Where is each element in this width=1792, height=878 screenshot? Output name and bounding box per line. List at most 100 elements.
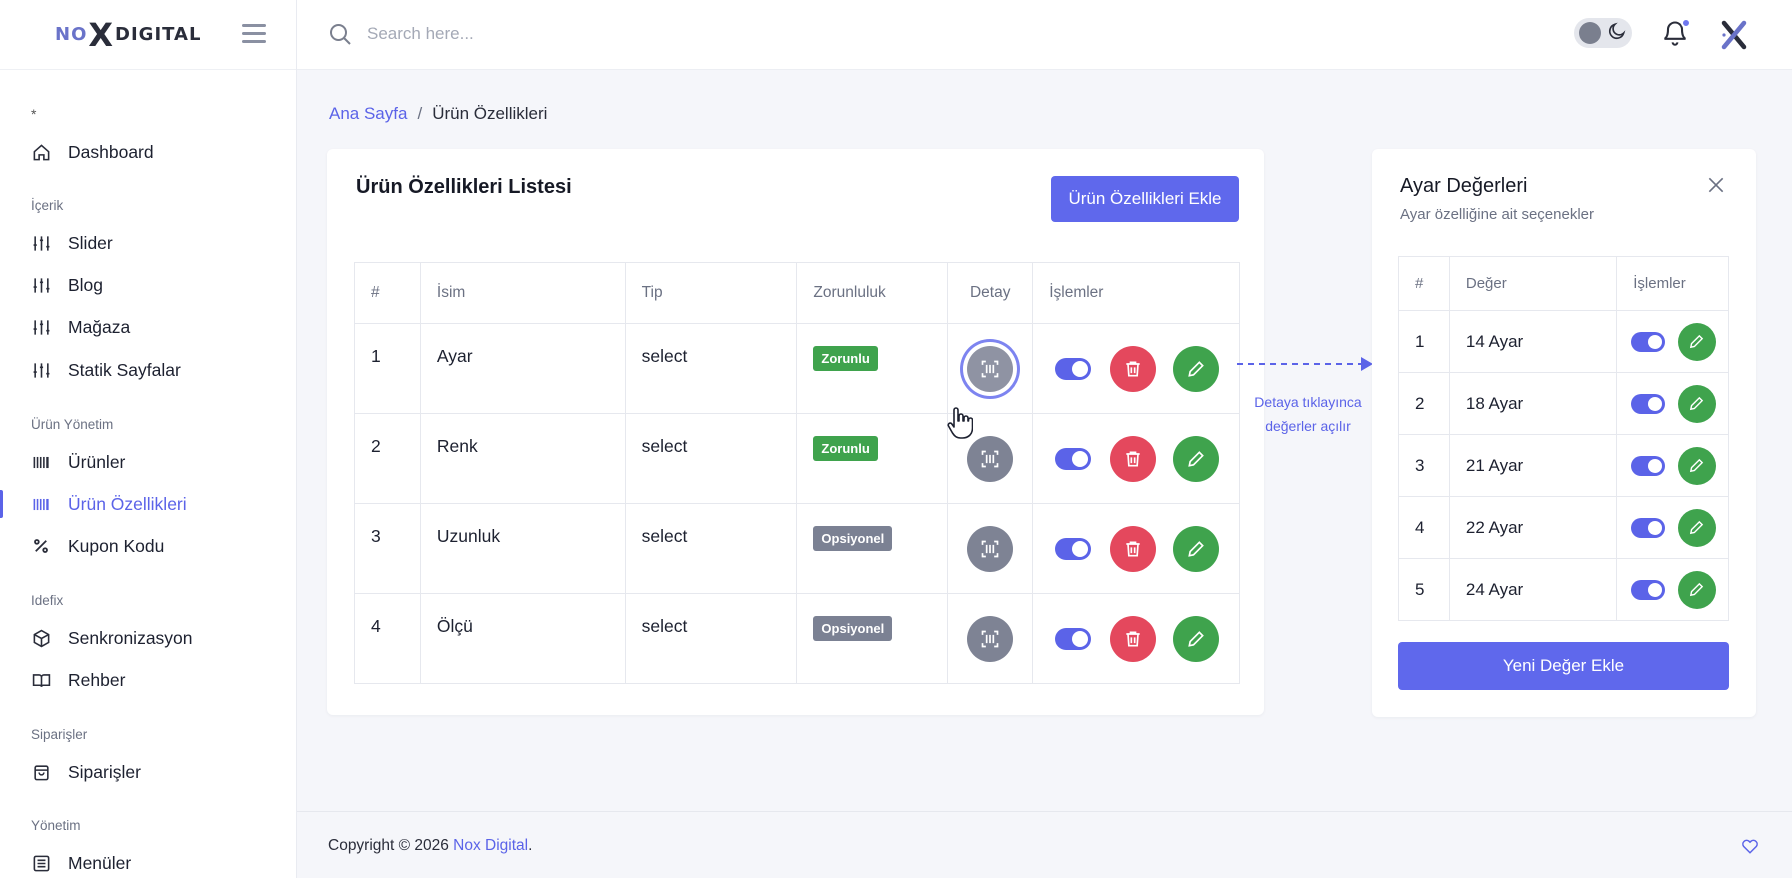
scan-icon [981,540,999,557]
edit-button[interactable] [1677,384,1716,423]
sliders-icon [31,233,51,253]
sidebar-item-kupon-kodu[interactable]: Kupon Kodu [0,528,297,564]
sidebar-item-label: Ürünler [68,451,126,472]
section-title-siparisler: Siparişler [31,727,88,742]
row-detail-cell [947,593,1034,684]
sidebar-item-magaza[interactable]: Mağaza [0,309,297,345]
table-row: 3 21 Ayar [1398,434,1729,497]
row-actions-cell [1032,593,1240,684]
column-header-name[interactable]: İsim [419,262,626,324]
active-toggle[interactable] [1055,627,1092,650]
breadcrumb-home-link[interactable]: Ana Sayfa [329,104,407,124]
row-required-cell: Opsiyonel [796,503,949,594]
row-actions-cell [1616,434,1729,497]
close-icon[interactable] [1706,175,1726,200]
sidebar-item-urunler[interactable]: Ürünler [0,444,297,480]
edit-button[interactable] [1172,435,1219,482]
delete-button[interactable] [1110,615,1157,662]
detail-button[interactable] [967,615,1014,662]
logo-text-left: NO [55,24,88,45]
sidebar-item-label: Slider [68,232,113,253]
footer-brand-link[interactable]: Nox Digital [453,837,528,854]
delete-button[interactable] [1110,525,1157,572]
footer: Copyright © 2026 Nox Digital. [297,811,1792,878]
detail-button[interactable] [967,435,1014,482]
search-input[interactable] [367,20,767,48]
active-toggle[interactable] [1631,517,1666,538]
theme-toggle[interactable] [1574,18,1632,48]
row-value: 24 Ayar [1448,558,1618,621]
sidebar-item-slider[interactable]: Slider [0,225,297,261]
row-type: select [624,413,798,504]
sidebar-item-menuler[interactable]: Menüler [0,845,297,878]
breadcrumb-current: Ürün Özellikleri [432,104,548,123]
logo[interactable]: NO X DIGITAL [55,19,201,51]
edit-button[interactable] [1677,570,1716,609]
active-toggle[interactable] [1055,537,1092,560]
add-feature-button[interactable]: Ürün Özellikleri Ekle [1051,176,1239,222]
shopping-bag-icon [31,762,51,782]
sidebar-item-blog[interactable]: Blog [0,267,297,303]
search-icon[interactable] [328,22,352,51]
x-brand-icon[interactable] [1717,18,1751,57]
pencil-icon [1690,582,1704,597]
section-title-idefix: Idefix [31,593,64,608]
sliders-icon [31,317,51,337]
active-toggle[interactable] [1631,331,1666,352]
column-header-required[interactable]: Zorunluluk [796,262,949,324]
breadcrumb-separator: / [417,104,423,123]
sidebar-item-label: Senkronizasyon [68,627,193,648]
detail-button[interactable] [967,345,1014,392]
detail-button[interactable] [967,525,1014,572]
column-header-type[interactable]: Tip [624,262,798,324]
row-actions-cell [1032,323,1240,414]
sidebar-item-urun-ozellikleri[interactable]: Ürün Özellikleri [0,486,297,522]
section-title-urun-yonetim: Ürün Yönetim [31,417,114,432]
table-row: 4 Ölçü select Opsiyonel [354,593,1240,684]
row-num: 3 [1398,434,1450,497]
edit-button[interactable] [1172,345,1219,392]
table-row: 1 Ayar select Zorunlu [354,323,1240,439]
sidebar-item-label: Dashboard [68,141,154,162]
book-icon [31,670,51,690]
box-icon [31,628,51,648]
delete-button[interactable] [1110,345,1157,392]
moon-icon [1607,21,1627,46]
hamburger-menu-icon[interactable] [242,24,266,44]
sliders-icon [31,275,51,295]
edit-button[interactable] [1172,525,1219,572]
edit-button[interactable] [1677,446,1716,485]
scan-icon [981,450,999,467]
column-header-actions: İşlemler [1032,262,1240,324]
dashed-arrow-icon [1237,357,1373,371]
sidebar-item-dashboard[interactable]: Dashboard [0,134,297,170]
sidebar-item-statik-sayfalar[interactable]: Statik Sayfalar [0,352,297,388]
pencil-icon [1690,396,1704,411]
heart-icon [1741,837,1759,860]
edit-button[interactable] [1172,615,1219,662]
active-toggle[interactable] [1631,455,1666,476]
notification-bell-icon[interactable] [1661,18,1691,52]
edit-button[interactable] [1677,508,1716,547]
sidebar-item-siparisler[interactable]: Siparişler [0,754,297,790]
sidebar-item-rehber[interactable]: Rehber [0,662,297,698]
logo-x: X [88,15,115,54]
theme-toggle-knob [1579,22,1601,44]
delete-button[interactable] [1110,435,1157,482]
column-header-value[interactable]: Değer [1448,256,1618,311]
sidebar-star: * [31,106,37,122]
panel-title: Ayar Değerleri [1400,175,1528,197]
sidebar-item-label: Menüler [68,852,132,873]
active-toggle[interactable] [1055,447,1092,470]
sidebar-item-senkronizasyon[interactable]: Senkronizasyon [0,620,297,656]
pencil-icon [1188,360,1204,377]
row-required-cell: Opsiyonel [796,593,949,684]
pencil-icon [1188,540,1204,557]
edit-button[interactable] [1677,322,1716,361]
active-toggle[interactable] [1055,357,1092,380]
add-value-button[interactable]: Yeni Değer Ekle [1398,642,1729,690]
copyright-suffix: . [528,837,533,854]
active-toggle[interactable] [1631,579,1666,600]
pencil-icon [1188,450,1204,467]
active-toggle[interactable] [1631,393,1666,414]
